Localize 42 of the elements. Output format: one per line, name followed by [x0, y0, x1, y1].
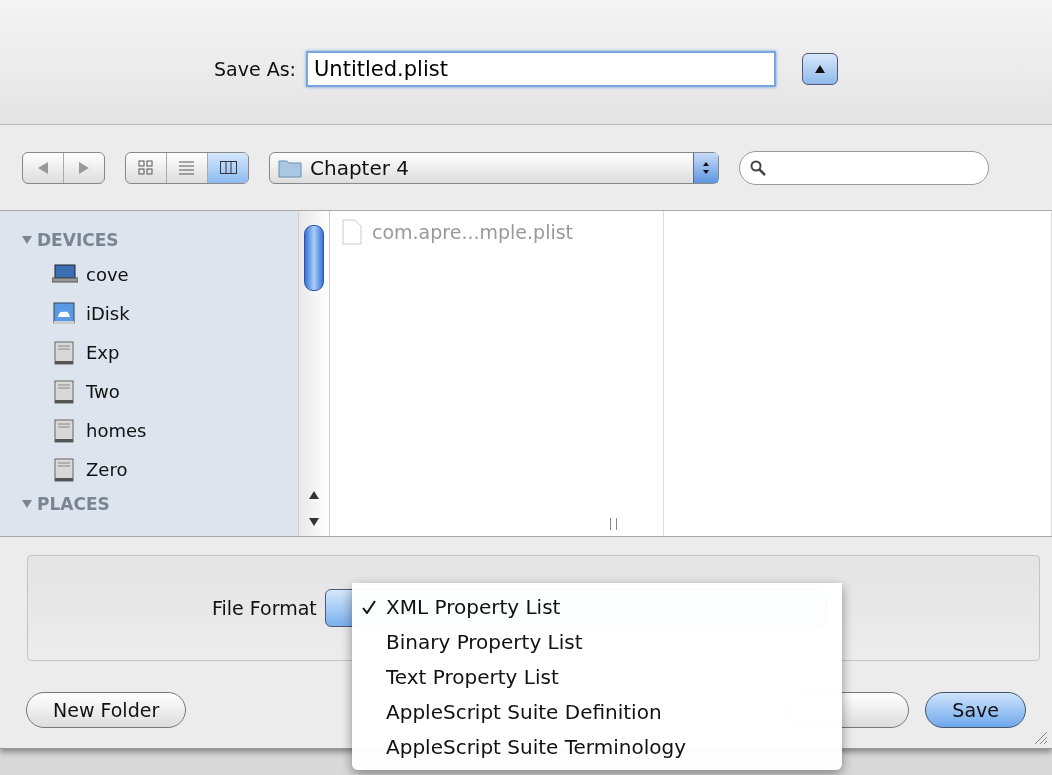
- scroll-down-icon[interactable]: [309, 518, 319, 527]
- section-header: PLACES: [37, 494, 110, 514]
- sidebar-item[interactable]: Two: [22, 372, 298, 411]
- search-icon: [750, 159, 766, 176]
- scroll-thumb[interactable]: [304, 225, 324, 291]
- disclosure-triangle-icon[interactable]: [22, 500, 32, 508]
- list-icon: [178, 160, 196, 175]
- sidebar-item[interactable]: Zero: [22, 450, 298, 489]
- save-as-label: Save As:: [214, 58, 296, 80]
- expand-button[interactable]: [802, 53, 838, 85]
- search-field[interactable]: [739, 150, 989, 185]
- file-name-field[interactable]: Untitled.plist: [306, 51, 776, 87]
- forward-arrow-icon: [79, 161, 89, 174]
- sidebar-item[interactable]: cove: [22, 255, 298, 294]
- triangle-icon: [814, 64, 826, 74]
- folder-icon: [278, 157, 302, 178]
- section-header: DEVICES: [37, 230, 119, 250]
- menu-item[interactable]: AppleScript Suite Terminology: [352, 729, 842, 764]
- checkmark-icon: [362, 599, 376, 614]
- save-button[interactable]: Save: [925, 691, 1026, 728]
- sidebar-item[interactable]: homes: [22, 411, 298, 450]
- location-popup[interactable]: Chapter 4: [269, 151, 719, 184]
- up-down-arrows-icon: [702, 160, 710, 175]
- resize-grip-icon[interactable]: [1032, 729, 1048, 745]
- columns-icon: [219, 160, 237, 175]
- column-view-button[interactable]: [208, 152, 248, 183]
- menu-item[interactable]: Binary Property List: [352, 624, 842, 659]
- sidebar-item[interactable]: Exp: [22, 333, 298, 372]
- file-item: com.apre...mple.plist: [342, 219, 651, 245]
- menu-item[interactable]: AppleScript Suite Definition: [352, 694, 842, 729]
- column-resize-handle[interactable]: [610, 518, 617, 530]
- scroll-up-icon[interactable]: [309, 490, 319, 499]
- scrollbar[interactable]: [298, 211, 330, 536]
- menu-item[interactable]: XML Property List: [352, 589, 842, 624]
- sidebar-item[interactable]: iDisk: [22, 294, 298, 333]
- grid-icon: [137, 160, 155, 175]
- document-icon: [342, 219, 362, 245]
- menu-item[interactable]: Text Property List: [352, 659, 842, 694]
- file-format-label: File Format: [212, 597, 317, 619]
- back-arrow-icon: [38, 161, 48, 174]
- new-folder-button[interactable]: New Folder: [26, 691, 187, 728]
- disclosure-triangle-icon[interactable]: [22, 236, 32, 244]
